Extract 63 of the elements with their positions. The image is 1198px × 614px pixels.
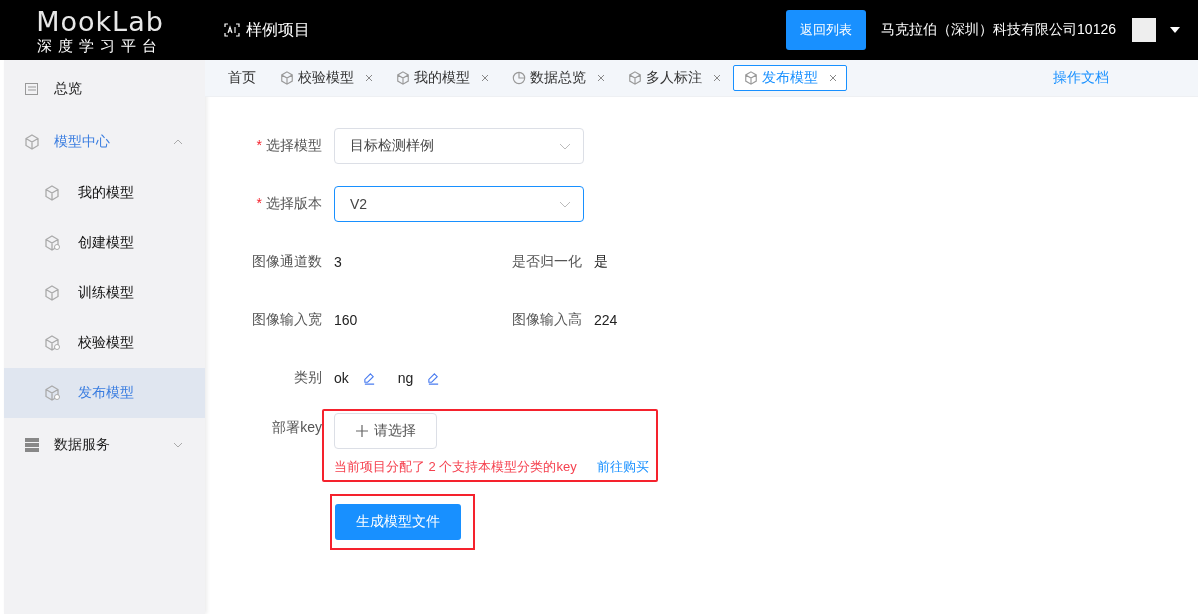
sidebar-subitem[interactable]: 创建模型	[4, 218, 205, 268]
close-icon[interactable]	[830, 75, 836, 81]
chevron-down-icon	[559, 142, 571, 150]
pencil-edit-icon[interactable]	[362, 371, 376, 385]
tab[interactable]: 我的模型	[385, 65, 499, 91]
select-field[interactable]: 目标检测样例	[334, 128, 584, 164]
field-label: 图像输入高	[512, 311, 582, 327]
ai-frame-icon	[224, 23, 240, 37]
category-name: ng	[397, 370, 414, 386]
required-mark: *	[256, 195, 262, 211]
cube-icon	[44, 285, 60, 301]
logo-subtitle: 深度学习平台	[37, 37, 163, 53]
field-label: 选择版本	[266, 195, 322, 211]
logo-title: MookLab	[36, 7, 164, 35]
sidebar-subitem[interactable]: 校验模型	[4, 318, 205, 368]
cube-badge-icon	[44, 235, 60, 251]
field-label: 图像通道数	[252, 253, 322, 269]
cube-icon	[396, 71, 410, 85]
select-key-button[interactable]: 请选择	[334, 413, 437, 449]
tab[interactable]: 首页	[217, 65, 267, 91]
field-label: 类别	[294, 369, 322, 385]
sidebar-subitem[interactable]: 训练模型	[4, 268, 205, 318]
field-value: 224	[594, 312, 619, 328]
field-label: 选择模型	[266, 137, 322, 153]
field-value: 160	[334, 312, 359, 328]
select-field[interactable]: V2	[334, 186, 584, 222]
field-value: 3	[334, 254, 343, 270]
sidebar-item[interactable]: 总览	[4, 62, 205, 115]
category-name: ok	[334, 370, 349, 386]
sidebar-item[interactable]: 数据服务	[4, 418, 205, 471]
tab[interactable]: 多人标注	[617, 65, 731, 91]
sidebar-item[interactable]: 模型中心	[4, 115, 205, 168]
panel-icon	[24, 80, 40, 97]
field-label: 图像输入宽	[252, 311, 322, 327]
field-value: 是	[594, 253, 609, 271]
cube-icon	[44, 185, 60, 201]
cube-icon	[628, 71, 642, 85]
close-icon[interactable]	[714, 75, 720, 81]
tab[interactable]: 校验模型	[269, 65, 383, 91]
company-name: 马克拉伯（深圳）科技有限公司10126	[881, 21, 1116, 39]
pencil-edit-icon[interactable]	[427, 371, 441, 385]
cube-icon	[744, 71, 758, 85]
field-label: 是否归一化	[512, 253, 582, 269]
key-hint-text: 当前项目分配了 2 个支持本模型分类的key	[334, 458, 577, 476]
plus-icon	[355, 425, 368, 437]
stack-icon	[24, 436, 40, 453]
chevron-icon	[173, 138, 183, 145]
cube-badge-icon	[44, 385, 60, 401]
chevron-down-icon	[559, 200, 571, 208]
cube-badge-icon	[44, 335, 60, 351]
tab[interactable]: 数据总览	[501, 65, 615, 91]
close-icon[interactable]	[482, 75, 488, 81]
required-mark: *	[256, 137, 262, 153]
sidebar-subitem[interactable]: 我的模型	[4, 168, 205, 218]
chevron-icon	[173, 441, 183, 448]
field-label: 部署key	[272, 419, 322, 435]
pie-chart-icon	[512, 71, 526, 85]
cube-icon	[280, 71, 294, 85]
close-icon[interactable]	[366, 75, 372, 81]
project-title: 样例项目	[246, 19, 310, 40]
close-icon[interactable]	[598, 75, 604, 81]
dropdown-caret-icon[interactable]	[1170, 27, 1180, 33]
cube-icon	[24, 133, 40, 150]
